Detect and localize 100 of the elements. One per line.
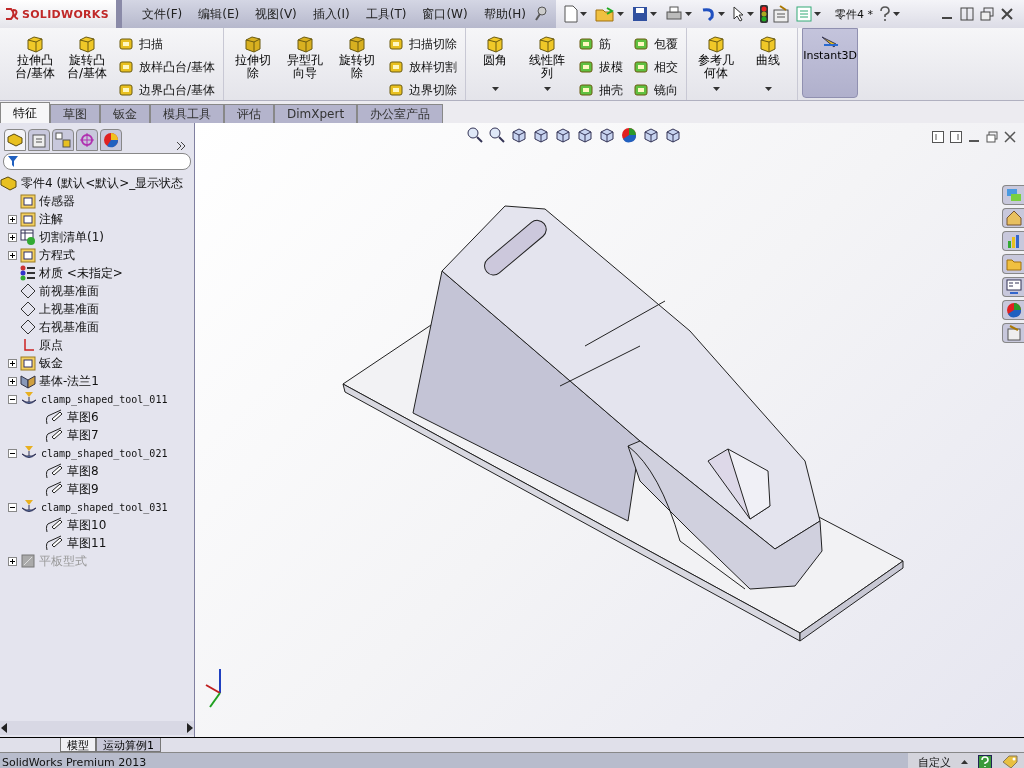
ribbon-button[interactable]: 镜向 [633,80,679,100]
command-tab[interactable]: 草图 [50,104,100,123]
help-icon[interactable] [879,6,892,22]
tree-item[interactable]: 零件4 (默认<默认>_显示状态 [21,174,184,192]
traffic-light-icon[interactable] [760,5,769,23]
task-pane-tab[interactable] [1002,300,1024,320]
ribbon-button[interactable]: 圆角 [470,32,521,96]
view-settings-icon[interactable] [665,127,681,143]
menu-item[interactable]: 编辑(E) [190,5,248,23]
ribbon-button[interactable]: 相交 [633,57,679,77]
panel-tab[interactable] [100,129,122,151]
zoom-fit-icon[interactable] [467,127,483,143]
tile-right-icon[interactable] [950,131,962,143]
hide-show-icon[interactable] [599,127,615,143]
ribbon-button[interactable]: 旋转凸台/基体 [62,32,112,96]
pushpin-icon[interactable] [534,6,549,22]
tree-item[interactable]: 草图6 [67,408,99,426]
expand-toggle[interactable] [8,214,17,224]
instant3d-toggle[interactable]: Instant3D [802,28,859,98]
task-pane-tab[interactable] [1002,208,1024,228]
tree-item[interactable]: 草图7 [67,426,99,444]
menu-item[interactable]: 帮助(H) [475,5,535,23]
ribbon-button[interactable]: 曲线 [743,32,794,96]
panel-tab[interactable] [76,129,98,151]
expand-toggle[interactable] [8,232,17,242]
tree-item[interactable]: 原点 [39,336,63,354]
close-icon[interactable] [1004,131,1016,143]
panel-tab[interactable] [4,129,26,151]
ribbon-button[interactable]: 参考几何体 [691,32,742,96]
ribbon-button[interactable]: 包覆 [633,34,679,54]
ribbon-button[interactable]: 扫描 [118,34,216,54]
tree-item[interactable]: 右视基准面 [39,318,99,336]
ribbon-button[interactable]: 拉伸凸台/基体 [10,32,60,96]
task-pane-tab[interactable] [1002,323,1024,343]
menu-item[interactable]: 窗口(W) [414,5,476,23]
caret-up-icon[interactable] [961,760,968,764]
ribbon-button[interactable]: 线性阵列 [522,32,573,96]
command-tab[interactable]: 办公室产品 [357,104,444,123]
tree-item[interactable]: 草图11 [67,534,107,552]
previous-view-icon[interactable] [511,127,527,143]
task-pane-tab[interactable] [1002,277,1024,297]
ribbon-button[interactable]: 旋转切除 [332,32,383,96]
menu-item[interactable]: 工具(T) [357,5,415,23]
command-tab[interactable]: 模具工具 [150,104,224,123]
appearance-icon[interactable] [621,127,637,143]
zoom-area-icon[interactable] [489,127,505,143]
tree-item[interactable]: 基体-法兰1 [39,372,99,390]
restore-icon[interactable] [980,7,994,21]
tree-item[interactable]: 传感器 [39,192,75,210]
command-tab[interactable]: 特征 [0,102,50,123]
tree-item[interactable]: clamp_shaped_tool_031 [41,501,168,513]
restore-icon[interactable] [986,131,998,143]
menu-item[interactable]: 插入(I) [304,5,358,23]
ribbon-button[interactable]: 放样切割 [388,57,458,77]
tree-item[interactable]: 钣金 [39,354,63,372]
scene-icon[interactable] [643,127,659,143]
expand-toggle[interactable] [8,556,17,566]
task-pane-tab[interactable] [1002,231,1024,251]
close-icon[interactable] [1000,7,1014,21]
tree-item[interactable]: 草图8 [67,462,99,480]
command-tab[interactable]: 评估 [224,104,274,123]
ribbon-button[interactable]: 放样凸台/基体 [118,57,216,77]
tag-icon[interactable] [1002,755,1018,768]
menu-item[interactable]: 视图(V) [247,5,305,23]
tree-item[interactable]: clamp_shaped_tool_021 [41,447,168,459]
scroll-left-icon[interactable] [0,723,8,733]
ribbon-button[interactable]: 抽壳 [578,80,624,100]
tree-item[interactable]: 方程式 [39,246,75,264]
command-tab[interactable]: DimXpert [274,104,358,123]
expand-toggle[interactable] [8,448,17,458]
section-view-icon[interactable] [533,127,549,143]
bottom-tab[interactable]: 模型 [60,738,96,752]
tree-item[interactable]: 切割清单(1) [39,228,104,246]
tree-item[interactable]: 材质 <未指定> [39,264,123,282]
ribbon-button[interactable]: 异型孔向导 [280,32,331,96]
tree-item[interactable]: 草图9 [67,480,99,498]
ribbon-button[interactable]: 边界凸台/基体 [118,80,216,100]
tree-item[interactable]: 上视基准面 [39,300,99,318]
chevron-icon[interactable] [176,141,186,151]
panel-tab[interactable] [52,129,74,151]
tile-left-icon[interactable] [932,131,944,143]
tree-item[interactable]: 草图10 [67,516,107,534]
expand-toggle[interactable] [8,250,17,260]
tree-item[interactable]: 前视基准面 [39,282,99,300]
help-icon[interactable] [978,755,992,768]
ribbon-button[interactable]: 拔模 [578,57,624,77]
ribbon-button[interactable]: 边界切除 [388,80,458,100]
filter-field[interactable] [3,153,191,170]
tree-item[interactable]: clamp_shaped_tool_011 [41,393,168,405]
expand-toggle[interactable] [8,358,17,368]
command-tab[interactable]: 钣金 [100,104,150,123]
ribbon-button[interactable]: 拉伸切除 [228,32,279,96]
expand-toggle[interactable] [8,376,17,386]
tile-icon[interactable] [960,7,974,21]
ribbon-button[interactable]: 筋 [578,34,624,54]
expand-toggle[interactable] [8,394,17,404]
menu-item[interactable]: 文件(F) [134,5,191,23]
bottom-tab[interactable]: 运动算例1 [96,738,161,752]
expand-toggle[interactable] [8,502,17,512]
tree-item[interactable]: 注解 [39,210,63,228]
